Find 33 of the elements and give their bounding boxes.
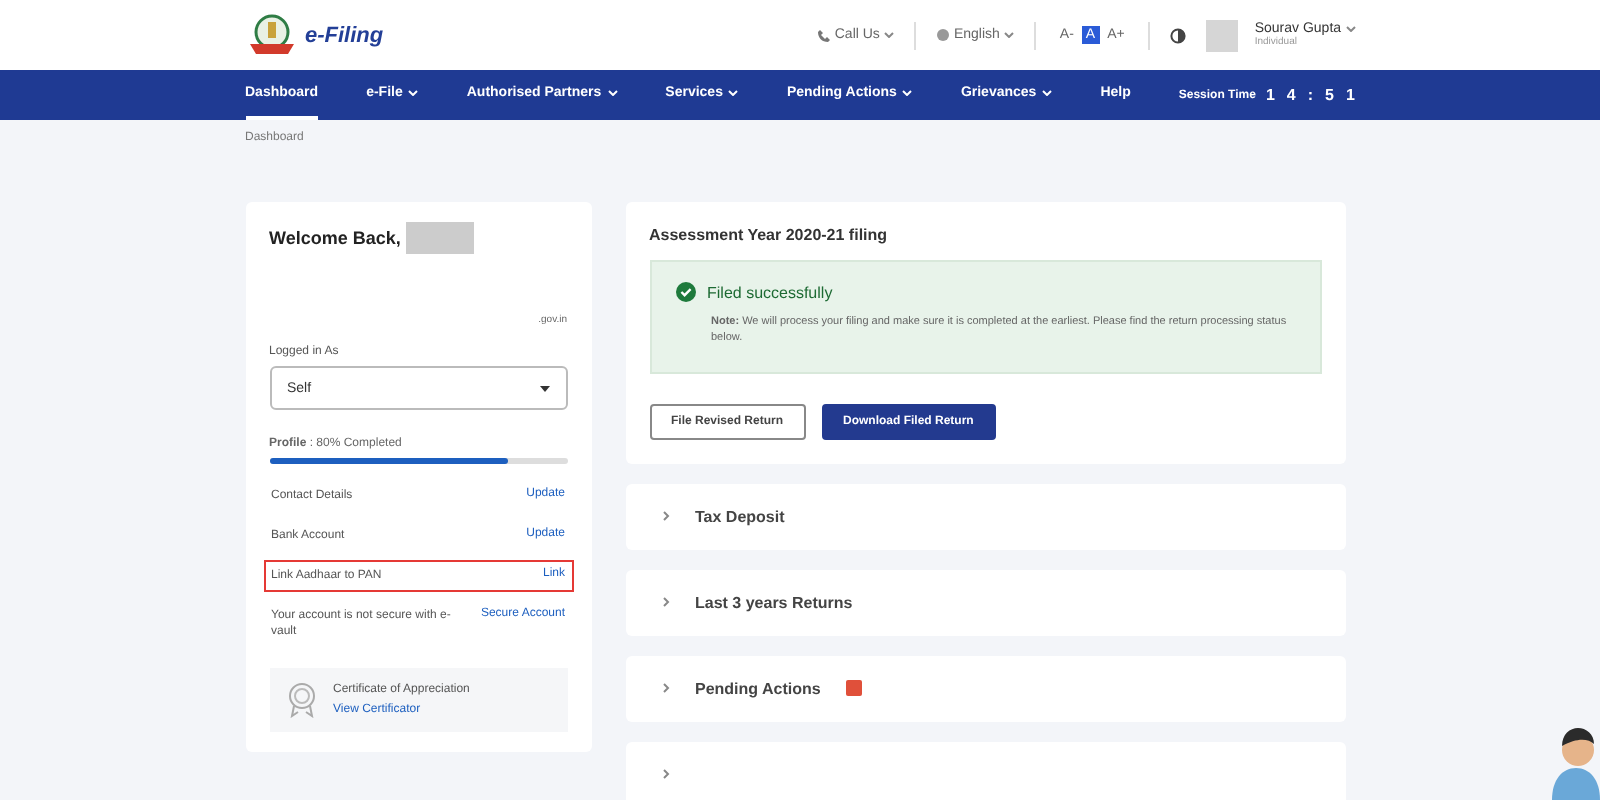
filing-title: Assessment Year 2020-21 filing	[649, 226, 890, 244]
emblem-logo-icon	[245, 13, 297, 57]
session-time-digit: 4	[1284, 86, 1298, 104]
chevron-right-icon	[661, 596, 669, 608]
status-text: Filed successfully	[707, 283, 833, 301]
caret-icon	[1042, 90, 1053, 96]
logo-text: e-Filing	[305, 23, 384, 47]
session-time-digit: :	[1305, 86, 1316, 104]
chevron-right-icon	[661, 510, 669, 522]
chevron-right-icon	[661, 768, 669, 780]
accordion-header[interactable]: Pending Actions	[625, 655, 1345, 721]
welcome-text: Welcome Back,	[269, 228, 401, 248]
check-circle-icon	[675, 282, 695, 302]
caret-icon	[1003, 32, 1014, 38]
caret-icon	[883, 32, 894, 38]
phone-icon	[818, 29, 831, 41]
caret-icon	[539, 385, 549, 391]
caret-icon	[408, 90, 419, 96]
alert-badge	[846, 680, 863, 696]
globe-icon	[935, 28, 950, 42]
chevron-right-icon	[661, 682, 669, 694]
session-time-digit: 1	[1263, 86, 1277, 104]
session-time-digit: 5	[1323, 86, 1336, 104]
caret-icon	[728, 90, 739, 96]
caret-icon	[607, 90, 618, 96]
redacted-name	[406, 222, 475, 254]
session-time-digit: 1	[1343, 86, 1357, 104]
medal-icon	[285, 682, 317, 719]
accordion-header[interactable]: Last 3 years Returns	[625, 569, 1345, 635]
contrast-icon[interactable]	[1170, 27, 1187, 43]
accordion-header[interactable]: Tax Deposit	[625, 483, 1345, 549]
caret-icon	[1345, 26, 1355, 32]
caret-icon	[902, 90, 913, 96]
